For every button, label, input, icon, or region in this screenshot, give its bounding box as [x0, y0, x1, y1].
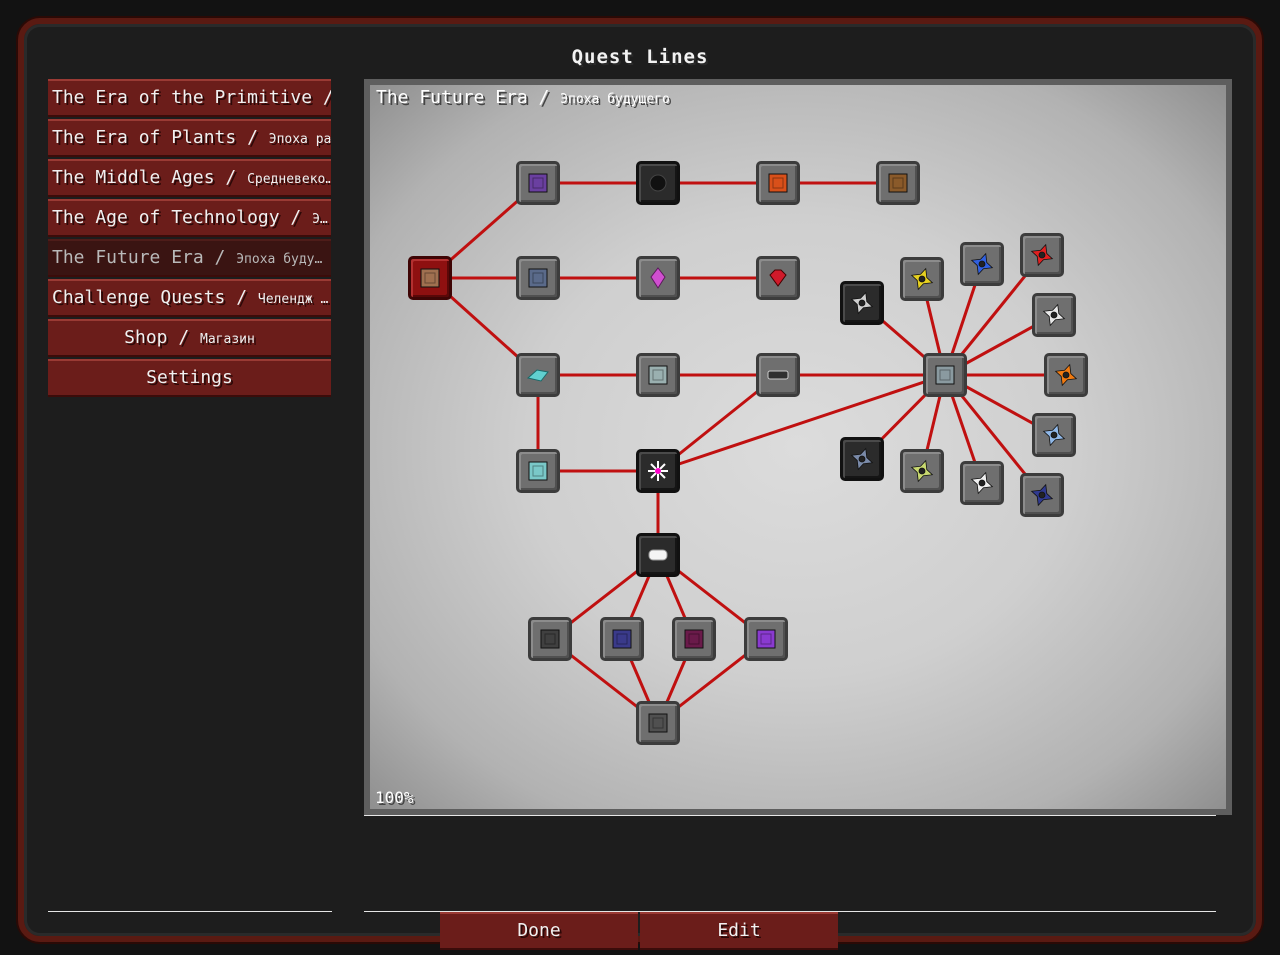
sidebar-item-settings[interactable]: Settings [48, 359, 331, 397]
quest-node[interactable] [744, 617, 788, 661]
sidebar-item-future-era[interactable]: The Future Era / Эпоха буду… [48, 239, 331, 277]
quest-node[interactable] [876, 161, 920, 205]
shuriken-red-icon [1030, 243, 1054, 267]
quest-line-title: The Future Era / Эпоха будущего [376, 87, 670, 108]
sidebar-item-shop[interactable]: Shop / Магазин [48, 319, 331, 357]
divider [48, 911, 332, 912]
shuriken-blue-icon [970, 252, 994, 276]
sidebar-item-plants[interactable]: The Era of Plants / Эпоха ра… [48, 119, 331, 157]
crystal-tool-icon [526, 369, 549, 382]
quest-node[interactable] [923, 353, 967, 397]
quest-node[interactable] [756, 256, 800, 300]
zoom-level: 100% [375, 788, 414, 807]
metal-casing-icon [648, 365, 668, 385]
star-burst-icon [648, 461, 668, 481]
shuriken-steel-icon [850, 447, 874, 471]
quest-node[interactable] [636, 701, 680, 745]
divider [364, 815, 1216, 816]
quest-node[interactable] [1032, 413, 1076, 457]
quest-node[interactable] [1044, 353, 1088, 397]
sidebar-item-label: The Middle Ages / [52, 167, 248, 188]
quest-node[interactable] [636, 161, 680, 205]
quest-node[interactable] [900, 449, 944, 493]
quest-node[interactable] [528, 617, 572, 661]
purple-cube-icon [756, 629, 776, 649]
sidebar-item-technology[interactable]: The Age of Technology / Э… [48, 199, 331, 237]
blue-cube-icon [612, 629, 632, 649]
sidebar-item-label: The Era of the Primitive / [52, 87, 331, 108]
stone-block-icon [648, 713, 668, 733]
quest-tree-canvas[interactable]: The Future Era / Эпоха будущего 100% [364, 79, 1232, 815]
quest-line-title-ru: Эпоха будущего [560, 92, 670, 107]
shuriken-lime-icon [910, 459, 934, 483]
shuriken-lightblue-icon [1042, 423, 1066, 447]
sidebar-item-sublabel: Эпоха ра… [268, 132, 331, 147]
quest-node[interactable] [516, 256, 560, 300]
quest-line-list: The Era of the Primitive / … The Era of … [48, 79, 331, 399]
quest-node[interactable] [672, 617, 716, 661]
conveyor-icon [767, 370, 789, 380]
red-cube-icon [684, 629, 704, 649]
quest-node[interactable] [900, 257, 944, 301]
edit-button[interactable]: Edit [640, 912, 838, 950]
sidebar-item-label: Challenge Quests / [52, 287, 258, 308]
quest-node[interactable] [1020, 233, 1064, 277]
shuriken-yellow-icon [910, 267, 934, 291]
sidebar-item-challenge[interactable]: Challenge Quests / Челендж … [48, 279, 331, 317]
quest-node[interactable] [636, 353, 680, 397]
quest-node[interactable] [1020, 473, 1064, 517]
shuriken-indigo-icon [1030, 483, 1054, 507]
quest-node[interactable] [1032, 293, 1076, 337]
shuriken-orange-icon [1054, 363, 1078, 387]
sidebar-item-sublabel: Эпоха буду… [236, 252, 323, 267]
frame-block-icon [528, 268, 548, 288]
quest-node[interactable] [408, 256, 452, 300]
sidebar-item-primitive[interactable]: The Era of the Primitive / … [48, 79, 331, 117]
wood-block-icon [420, 268, 440, 288]
shuriken-silver-icon [970, 471, 994, 495]
quest-node[interactable] [636, 256, 680, 300]
sidebar-item-label: Settings [146, 367, 233, 388]
quest-node[interactable] [516, 353, 560, 397]
sidebar-item-sublabel: Средневеко… [247, 172, 331, 187]
shuriken-gray-icon [850, 291, 874, 315]
machine-hub-icon [935, 365, 955, 385]
lava-block-icon [768, 173, 788, 193]
shuriken-white-icon [1042, 303, 1066, 327]
furnace-icon [888, 173, 908, 193]
quest-node[interactable] [756, 353, 800, 397]
sidebar-item-label: Shop / [124, 327, 201, 348]
quest-node[interactable] [960, 242, 1004, 286]
quest-node[interactable] [636, 533, 680, 577]
white-ingot-icon [648, 549, 668, 561]
sidebar-item-sublabel: Магазин [200, 332, 255, 347]
pink-crystal-icon [650, 267, 666, 289]
red-gem-icon [769, 269, 787, 287]
quest-line-title-en: The Future Era / [376, 87, 561, 108]
quest-node[interactable] [516, 161, 560, 205]
sidebar-item-label: The Age of Technology / [52, 207, 313, 228]
quest-node[interactable] [840, 281, 884, 325]
quest-node[interactable] [756, 161, 800, 205]
sidebar-item-sublabel: Э… [312, 212, 328, 227]
quest-node[interactable] [600, 617, 644, 661]
done-button[interactable]: Done [440, 912, 638, 950]
sidebar-item-sublabel: Челендж … [257, 292, 329, 307]
black-orb-icon [649, 174, 667, 192]
quest-node[interactable] [960, 461, 1004, 505]
teal-block-icon [528, 461, 548, 481]
machine-icon [528, 173, 548, 193]
sidebar-item-middle-ages[interactable]: The Middle Ages / Средневеко… [48, 159, 331, 197]
page-title: Quest Lines [571, 46, 709, 68]
sidebar-item-label: The Era of Plants / [52, 127, 269, 148]
quest-node[interactable] [840, 437, 884, 481]
quest-node[interactable] [516, 449, 560, 493]
quest-node[interactable] [636, 449, 680, 493]
sidebar-item-label: The Future Era / [52, 247, 237, 268]
dark-cube-icon [540, 629, 560, 649]
